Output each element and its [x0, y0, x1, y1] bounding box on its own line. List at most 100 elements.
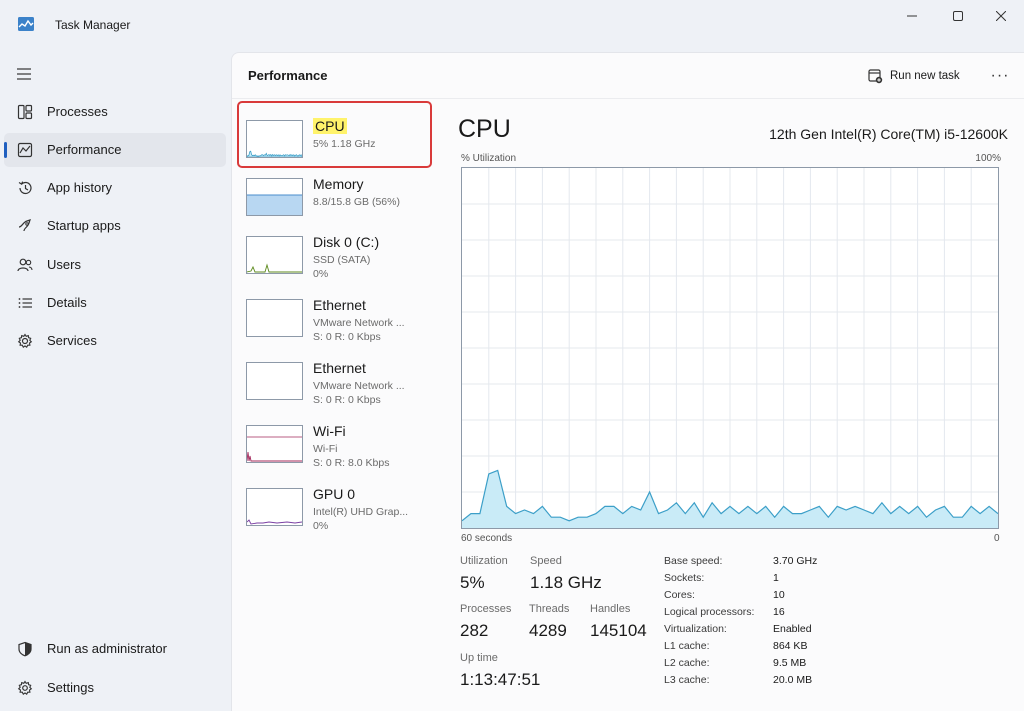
spec-value: 16 — [773, 606, 785, 618]
spec-label: L2 cache: — [664, 657, 710, 669]
more-options-button[interactable]: ··· — [988, 65, 1012, 87]
spec-label: Virtualization: — [664, 623, 727, 635]
close-icon — [996, 11, 1006, 21]
y-axis-label: % Utilization — [461, 153, 517, 164]
processes-icon — [16, 103, 34, 121]
gear-icon — [16, 679, 34, 697]
device-wifi[interactable]: Wi-Fi Wi-Fi S: 0 R: 8.0 Kbps — [238, 414, 430, 470]
device-detail: S: 0 R: 0 Kbps — [313, 394, 381, 406]
cpu-model-name: 12th Gen Intel(R) Core(TM) i5-12600K — [769, 126, 1008, 142]
spec-value: Enabled — [773, 623, 812, 635]
sidebar-item-label: Run as administrator — [47, 641, 167, 656]
services-icon — [16, 332, 34, 350]
spec-value: 3.70 GHz — [773, 555, 818, 567]
cpu-utilization-graph — [461, 167, 999, 529]
x-axis-right-label: 0 — [994, 533, 1000, 544]
processes-value: 282 — [460, 621, 489, 640]
run-new-task-label: Run new task — [890, 70, 960, 82]
gpu-thumbnail-graph — [246, 488, 303, 526]
x-axis-left-label: 60 seconds — [461, 533, 513, 544]
close-button[interactable] — [978, 0, 1024, 32]
spec-label: Base speed: — [664, 555, 723, 567]
device-name: Memory — [313, 176, 364, 192]
device-ethernet-1[interactable]: Ethernet VMware Network ... S: 0 R: 0 Kb… — [238, 288, 430, 344]
device-detail: VMware Network ... — [313, 380, 405, 392]
spec-label: Logical processors: — [664, 606, 755, 618]
users-icon — [16, 256, 34, 274]
sidebar-item-label: Processes — [47, 104, 108, 119]
sidebar-item-label: Performance — [47, 142, 122, 157]
chart-grid — [462, 168, 998, 528]
sidebar-item-services[interactable]: Services — [4, 324, 226, 358]
detail-title: CPU — [458, 115, 511, 143]
device-name: GPU 0 — [313, 486, 356, 502]
sidebar-item-label: Startup apps — [47, 218, 121, 233]
utilization-label: Utilization — [460, 555, 508, 567]
spec-value: 20.0 MB — [773, 674, 813, 686]
y-axis-max-label: 100% — [975, 153, 1001, 164]
ethernet-thumbnail-graph — [246, 362, 303, 400]
title-bar: Task Manager — [0, 0, 1024, 52]
device-memory[interactable]: Memory 8.8/15.8 GB (56%) — [238, 167, 430, 223]
device-detail: 0% — [313, 520, 329, 532]
sidebar-item-startup-apps[interactable]: Startup apps — [4, 209, 226, 243]
sidebar-item-app-history[interactable]: App history — [4, 171, 226, 205]
settings-button[interactable]: Settings — [4, 671, 226, 705]
threads-label: Threads — [529, 603, 570, 615]
minimize-icon — [907, 15, 917, 17]
device-detail: VMware Network ... — [313, 317, 405, 329]
sidebar-item-label: App history — [47, 180, 113, 195]
shield-icon — [16, 640, 34, 658]
device-disk[interactable]: Disk 0 (C:) SSD (SATA) 0% — [238, 225, 430, 281]
sidebar-item-label: Details — [47, 295, 87, 310]
wifi-thumbnail-graph — [246, 425, 303, 463]
spec-label: L3 cache: — [664, 674, 710, 686]
spec-value: 9.5 MB — [773, 657, 807, 669]
run-as-administrator-button[interactable]: Run as administrator — [4, 632, 226, 666]
device-name: Wi-Fi — [313, 423, 346, 439]
sidebar-item-details[interactable]: Details — [4, 286, 226, 320]
spec-label: Sockets: — [664, 572, 705, 584]
uptime-value: 1:13:47:51 — [460, 670, 541, 689]
cpu-chart-svg — [461, 168, 999, 528]
device-name: Disk 0 (C:) — [313, 234, 380, 250]
sidebar-item-users[interactable]: Users — [4, 248, 226, 282]
sidebar-item-label: Users — [47, 257, 81, 272]
spec-label: Cores: — [664, 589, 695, 601]
sidebar-item-processes[interactable]: Processes — [4, 95, 226, 129]
startup-apps-icon — [16, 217, 34, 235]
sidebar: Processes Performance App history Startu… — [0, 52, 231, 711]
utilization-value: 5% — [460, 573, 485, 592]
main-header: Performance Run new task ··· — [232, 53, 1024, 99]
details-icon — [16, 294, 34, 312]
device-name: Ethernet — [313, 297, 366, 313]
device-gpu[interactable]: GPU 0 Intel(R) UHD Grap... 0% — [238, 477, 430, 533]
device-detail: S: 0 R: 8.0 Kbps — [313, 457, 390, 469]
hamburger-menu-button[interactable] — [10, 62, 38, 86]
memory-thumbnail-graph — [246, 178, 303, 216]
spec-value: 1 — [773, 572, 779, 584]
processes-label: Processes — [460, 603, 512, 615]
spec-value: 864 KB — [773, 640, 808, 652]
device-detail: Wi-Fi — [313, 443, 338, 455]
app-history-icon — [16, 179, 34, 197]
task-manager-icon — [18, 17, 34, 31]
sidebar-item-label: Settings — [47, 680, 94, 695]
sidebar-item-performance[interactable]: Performance — [4, 133, 226, 167]
maximize-icon — [953, 11, 963, 21]
device-detail: 0% — [313, 268, 329, 280]
device-detail: SSD (SATA) — [313, 254, 371, 266]
threads-value: 4289 — [529, 621, 567, 640]
page-title: Performance — [248, 68, 328, 83]
handles-label: Handles — [590, 603, 631, 615]
run-task-icon — [868, 68, 883, 83]
hamburger-icon — [17, 68, 31, 80]
run-new-task-button[interactable]: Run new task — [868, 66, 960, 86]
device-ethernet-2[interactable]: Ethernet VMware Network ... S: 0 R: 0 Kb… — [238, 351, 430, 407]
speed-label: Speed — [530, 555, 562, 567]
spec-label: L1 cache: — [664, 640, 710, 652]
disk-thumbnail-graph — [246, 236, 303, 274]
minimize-button[interactable] — [889, 0, 935, 32]
sidebar-item-label: Services — [47, 333, 97, 348]
maximize-button[interactable] — [935, 0, 981, 32]
